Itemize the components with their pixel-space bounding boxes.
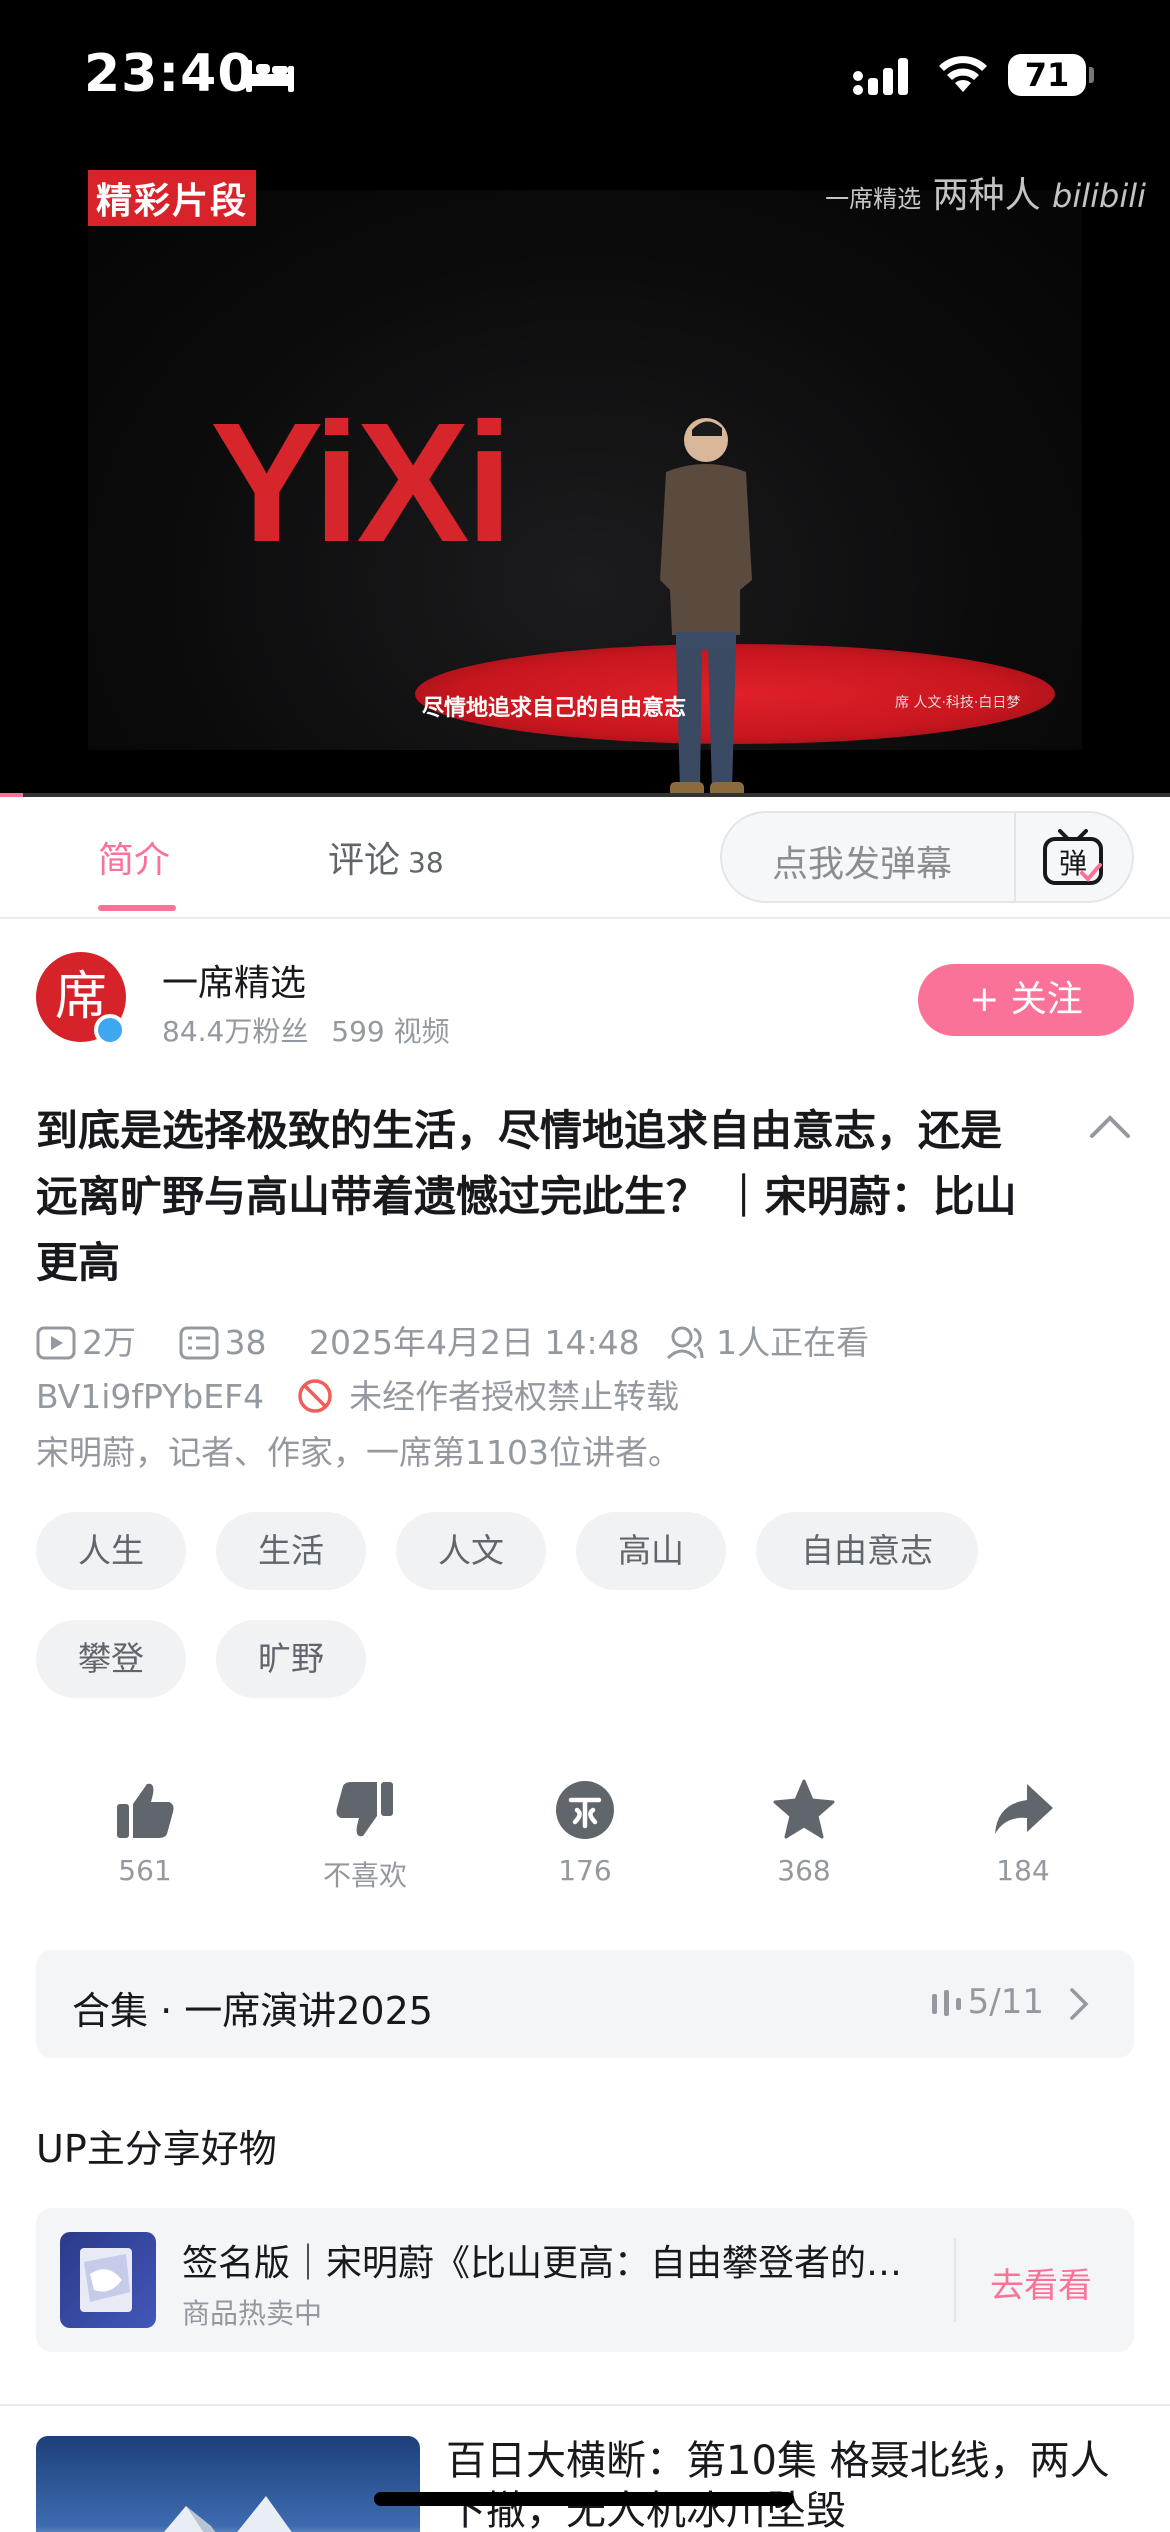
playlist-bars-icon bbox=[932, 1990, 961, 2016]
play-count-icon bbox=[36, 1326, 76, 1360]
tab-bar: 简介 评论 38 点我发弹幕 弹 bbox=[0, 797, 1170, 919]
wifi-icon bbox=[939, 56, 987, 92]
tab-comments-count: 38 bbox=[408, 846, 444, 879]
uploader-stats: 84.4万粉丝 599 视频 bbox=[162, 1010, 450, 1050]
video-player[interactable]: 精彩片段 一席精选 两种人 bilibili YiXi 尽情地追求自己的自由意志… bbox=[0, 150, 1170, 797]
danmaku-placeholder: 点我发弹幕 bbox=[772, 844, 953, 885]
danmaku-toggle-icon[interactable]: 弹 bbox=[1040, 827, 1106, 889]
video-description: 宋明蔚，记者、作家，一席第1103位讲者。 bbox=[36, 1433, 681, 1472]
bilibili-logo: bilibili bbox=[1052, 177, 1146, 215]
tag-item[interactable]: 旷野 bbox=[216, 1620, 366, 1698]
bvid[interactable]: BV1i9fPYbEF4 bbox=[36, 1377, 264, 1416]
danmaku-count-icon bbox=[179, 1326, 218, 1360]
goods-section-heading: UP主分享好物 bbox=[36, 2127, 277, 2171]
danmaku-count-value: 38 bbox=[224, 1323, 267, 1362]
danmaku-count: 38 bbox=[179, 1323, 283, 1362]
uploader-row: 席 一席精选 84.4万粉丝 599 视频 + 关注 bbox=[0, 950, 1170, 1060]
collection-progress: 5/11 bbox=[967, 1982, 1044, 2022]
share-icon bbox=[995, 1784, 1053, 1834]
book-cover-image bbox=[80, 2248, 132, 2312]
favorite-count: 368 bbox=[777, 1854, 831, 1887]
follow-button[interactable]: + 关注 bbox=[918, 964, 1134, 1036]
tag-item[interactable]: 高山 bbox=[576, 1512, 726, 1590]
video-title: 到底是选择极致的生活，尽情地追求自由意志，还是远离旷野与高山带着遗憾过完此生？ … bbox=[36, 1106, 1017, 1287]
video-watermark: 一席精选 两种人 bilibili bbox=[825, 166, 1146, 218]
goods-view-button[interactable]: 去看看 bbox=[990, 2258, 1092, 2307]
watermark-text: 一席精选 bbox=[825, 185, 922, 213]
mountain-image bbox=[164, 2496, 292, 2532]
danmaku-divider bbox=[1014, 813, 1016, 901]
tag-item[interactable]: 生活 bbox=[216, 1512, 366, 1590]
goods-card[interactable]: 签名版｜宋明蔚《比山更高：自由攀登者的悲情与荣耀》 商品热卖中 去看看 bbox=[36, 2208, 1134, 2352]
video-subtitle: 尽情地追求自己的自由意志 bbox=[422, 696, 687, 721]
goods-thumbnail bbox=[60, 2232, 156, 2328]
uploader-name[interactable]: 一席精选 bbox=[162, 954, 306, 1006]
watching-now-value: 1人正在看 bbox=[716, 1323, 870, 1362]
recommended-video-title: 百日大横断：第10集 格聂北线，两人下撤，无人机冰川坠毁 bbox=[446, 2438, 1110, 2532]
share-button[interactable]: 184 bbox=[948, 1778, 1098, 1887]
corner-logo: 席 人文·科技·白日梦 bbox=[895, 695, 1021, 711]
cellular-signal-icon bbox=[853, 58, 908, 95]
video-meta: 2万 38 2025年4月2日 14:48 1人正在看 bbox=[36, 1316, 901, 1364]
uploader-videos: 599 视频 bbox=[331, 1015, 450, 1048]
highlight-badge: 精彩片段 bbox=[88, 170, 257, 226]
speaker-figure bbox=[660, 418, 752, 797]
sleep-focus-icon bbox=[246, 60, 294, 92]
status-time: 23:40 bbox=[84, 44, 255, 104]
tab-comments-label: 评论 bbox=[328, 840, 401, 881]
battery-tip bbox=[1089, 67, 1094, 83]
collection-card[interactable]: 合集 · 一席演讲2025 5/11 bbox=[36, 1950, 1134, 2058]
thumbs-up-icon bbox=[117, 1783, 174, 1838]
share-count: 184 bbox=[996, 1854, 1050, 1887]
home-indicator[interactable] bbox=[374, 2492, 794, 2506]
tag-item[interactable]: 人文 bbox=[396, 1512, 546, 1590]
thumbs-down-icon bbox=[336, 1782, 393, 1837]
verified-badge-icon bbox=[94, 1014, 126, 1046]
tag-item[interactable]: 攀登 bbox=[36, 1620, 186, 1698]
chevron-up-icon[interactable] bbox=[1088, 1112, 1132, 1140]
tab-comments[interactable]: 评论 38 bbox=[328, 831, 444, 883]
watching-now: 1人正在看 bbox=[666, 1323, 885, 1362]
goods-divider bbox=[954, 2238, 956, 2322]
dislike-label: 不喜欢 bbox=[322, 1859, 407, 1892]
coin-count: 176 bbox=[558, 1854, 612, 1887]
recommended-video[interactable]: 百日大横断：第10集 格聂北线，两人下撤，无人机冰川坠毁 bbox=[36, 2436, 1136, 2532]
collection-name: 合集 · 一席演讲2025 bbox=[72, 1989, 433, 2033]
like-button[interactable]: 561 bbox=[70, 1778, 220, 1887]
copyright-notice: 未经作者授权禁止转载 bbox=[349, 1377, 680, 1416]
play-count-value: 2万 bbox=[82, 1323, 136, 1362]
dislike-button[interactable]: 不喜欢 bbox=[290, 1778, 440, 1894]
forbidden-icon bbox=[297, 1379, 332, 1413]
uploader-fans: 84.4万粉丝 bbox=[162, 1015, 309, 1048]
tag-item[interactable]: 人生 bbox=[36, 1512, 186, 1590]
play-count: 2万 bbox=[36, 1323, 152, 1362]
action-bar: 561 不喜欢 176 368 184 bbox=[0, 1778, 1170, 1908]
star-icon bbox=[773, 1779, 835, 1839]
watermark-text-2: 两种人 bbox=[932, 175, 1041, 216]
like-count: 561 bbox=[118, 1854, 172, 1887]
status-bar: 23:40 71 bbox=[0, 0, 1170, 150]
favorite-button[interactable]: 368 bbox=[729, 1778, 879, 1887]
goods-subtitle: 商品热卖中 bbox=[182, 2297, 323, 2330]
tag-item[interactable]: 自由意志 bbox=[756, 1512, 978, 1590]
publish-date: 2025年4月2日 14:48 bbox=[309, 1323, 640, 1362]
recommended-video-thumbnail bbox=[36, 2436, 420, 2532]
coin-button[interactable]: 176 bbox=[510, 1778, 660, 1887]
tab-intro[interactable]: 简介 bbox=[98, 831, 170, 883]
tab-active-indicator bbox=[98, 905, 176, 911]
goods-title: 签名版｜宋明蔚《比山更高：自由攀登者的悲情与荣耀》 bbox=[182, 2243, 922, 2284]
battery-indicator: 71 bbox=[1008, 54, 1086, 96]
video-meta-secondary: BV1i9fPYbEF4 未经作者授权禁止转载 bbox=[36, 1370, 679, 1418]
danmaku-input[interactable]: 点我发弹幕 弹 bbox=[720, 811, 1134, 903]
section-divider bbox=[0, 2404, 1170, 2406]
chevron-right-icon bbox=[1070, 1988, 1089, 2020]
coin-icon bbox=[556, 1781, 614, 1839]
stage-logo: YiXi bbox=[210, 388, 513, 578]
watching-icon bbox=[667, 1326, 704, 1360]
